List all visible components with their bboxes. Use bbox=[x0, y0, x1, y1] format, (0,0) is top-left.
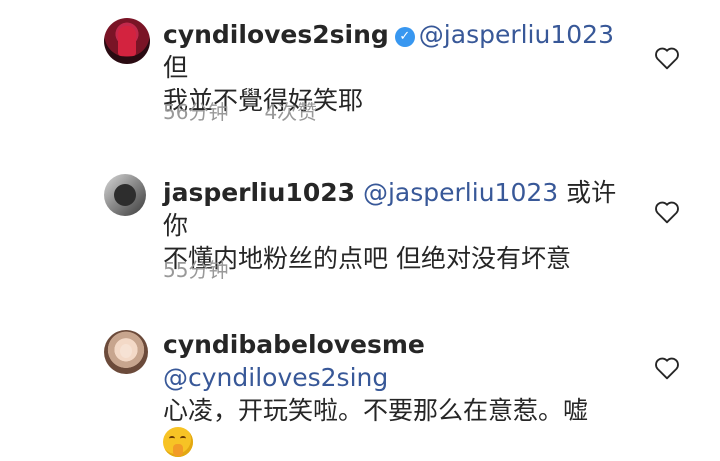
comment-meta: 55分钟 bbox=[163, 254, 264, 283]
mention-link[interactable]: @jasperliu1023 bbox=[419, 20, 614, 49]
avatar[interactable] bbox=[104, 18, 150, 64]
verified-badge-icon: ✓ bbox=[394, 27, 415, 47]
avatar[interactable] bbox=[104, 174, 146, 216]
timestamp: 56分钟 bbox=[163, 100, 229, 124]
comment-item: cyndiloves2sing ✓ @jasperliu1023 但 我並不覺得好笑… bbox=[0, 0, 720, 150]
comment-item: jasperliu1023 @jasperliu1023 或许你 不懂内地粉丝的… bbox=[0, 150, 720, 300]
username[interactable]: cyndibabelovesme bbox=[163, 330, 425, 359]
comment-body: 但 bbox=[163, 53, 189, 82]
comment-text: cyndibabelovesme @cyndiloves2sing 心凌，开玩笑… bbox=[163, 328, 633, 461]
comment-meta: 56分钟 4次赞 bbox=[163, 96, 353, 125]
comment-item: cyndibabelovesme @cyndiloves2sing 心凌，开玩笑… bbox=[0, 300, 720, 457]
username[interactable]: cyndiloves2sing bbox=[163, 20, 389, 49]
like-count[interactable]: 4次赞 bbox=[264, 100, 317, 124]
username[interactable]: jasperliu1023 bbox=[163, 178, 355, 207]
heart-icon[interactable] bbox=[654, 356, 680, 380]
timestamp: 55分钟 bbox=[163, 258, 229, 282]
comment-body: 心凌，开玩笑啦。不要那么在意惹。嘘 bbox=[163, 396, 589, 425]
heart-icon[interactable] bbox=[654, 200, 680, 224]
mention-link[interactable]: @cyndiloves2sing bbox=[163, 363, 388, 392]
avatar[interactable] bbox=[104, 330, 148, 374]
mention-link[interactable]: @jasperliu1023 bbox=[363, 178, 558, 207]
heart-icon[interactable] bbox=[654, 46, 680, 70]
